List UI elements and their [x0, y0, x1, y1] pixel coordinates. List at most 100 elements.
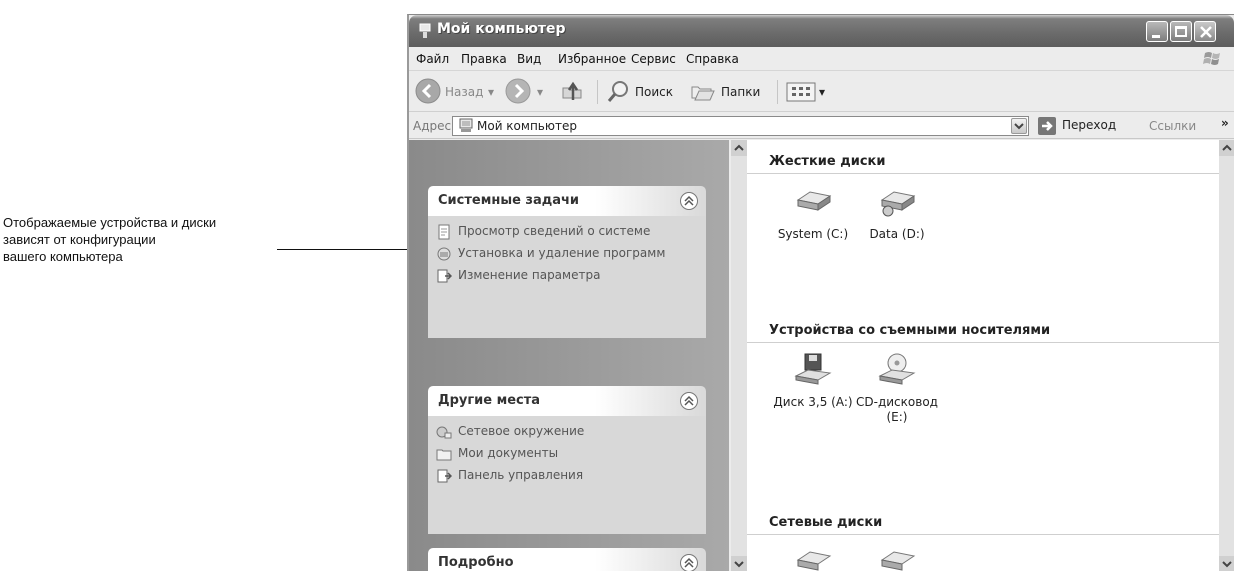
computer-icon — [419, 23, 431, 38]
network-places-icon — [436, 426, 452, 439]
views-button[interactable]: ▾ — [785, 78, 833, 106]
scroll-down-icon[interactable] — [731, 556, 747, 571]
other-places-header[interactable]: Другие места — [428, 386, 706, 416]
computer-icon — [459, 118, 473, 132]
control-panel-icon — [437, 469, 452, 483]
group-divider — [747, 342, 1219, 343]
collapse-icon[interactable] — [680, 392, 698, 410]
address-value: Мой компьютер — [477, 119, 577, 133]
task-view-system-info-label: Просмотр сведений о системе — [458, 224, 651, 238]
links-more-icon[interactable]: » — [1221, 116, 1229, 130]
menu-edit[interactable]: Правка — [461, 52, 507, 66]
toolbar-separator — [597, 80, 598, 104]
drive-data-d-label: Data (D:) — [869, 227, 925, 241]
menu-tools[interactable]: Сервис — [631, 52, 676, 66]
hard-drive-icon — [880, 191, 916, 217]
drive-cd-e-label: CD-дисковод (E:) — [856, 395, 938, 424]
network-drive-2[interactable] — [853, 544, 941, 571]
search-button[interactable]: Поиск — [605, 78, 683, 106]
go-label: Переход — [1062, 118, 1117, 132]
up-folder-button[interactable] — [559, 78, 589, 106]
minimize-button[interactable] — [1146, 21, 1168, 42]
menu-favorites[interactable]: Избранное — [558, 52, 626, 66]
scroll-down-icon[interactable] — [1219, 556, 1234, 571]
system-tasks-header[interactable]: Системные задачи — [428, 186, 706, 216]
views-dropdown-icon[interactable]: ▾ — [819, 85, 825, 99]
group-removable-title: Устройства со съемными носителями — [769, 323, 1051, 338]
drive-cd-e[interactable]: CD-дисковод (E:) — [853, 352, 941, 425]
task-change-setting-label: Изменение параметра — [458, 268, 601, 282]
drive-system-c[interactable]: System (C:) — [769, 184, 857, 242]
scroll-up-icon[interactable] — [731, 140, 747, 156]
drive-floppy-a-label: Диск 3,5 (A:) — [773, 395, 853, 409]
group-hard-disks-title: Жесткие диски — [769, 154, 886, 169]
drive-data-d[interactable]: Data (D:) — [853, 184, 941, 242]
system-info-icon — [438, 224, 450, 240]
content-pane: Жесткие диски System (C:) Data (D:) Устр… — [747, 140, 1219, 571]
task-pane-scrollbar[interactable] — [731, 140, 747, 571]
search-label: Поиск — [635, 85, 674, 99]
details-header[interactable]: Подробно — [428, 548, 706, 571]
group-divider — [747, 173, 1219, 174]
other-places-body: Сетевое окружение Мои документы Панель у… — [428, 416, 706, 534]
add-remove-programs-icon — [437, 247, 451, 261]
maximize-button[interactable] — [1170, 21, 1192, 42]
up-folder-icon — [562, 81, 582, 100]
search-icon — [607, 81, 628, 102]
content-scrollbar[interactable] — [1219, 140, 1234, 571]
other-places-panel: Другие места Сетевое окружение Мои докум… — [428, 386, 706, 534]
task-add-remove-programs[interactable]: Установка и удаление программ — [436, 246, 698, 264]
folders-button[interactable]: Папки — [689, 78, 773, 106]
menu-help[interactable]: Справка — [686, 52, 739, 66]
network-drive-icon — [880, 551, 916, 571]
callout-line-2: зависят от конфигурации — [3, 232, 156, 247]
details-title: Подробно — [438, 555, 514, 570]
forward-button[interactable]: ▾ — [505, 78, 551, 106]
place-control-panel[interactable]: Панель управления — [436, 468, 698, 486]
collapse-icon[interactable] — [680, 192, 698, 210]
collapse-icon[interactable] — [680, 554, 698, 571]
address-dropdown-button[interactable] — [1011, 118, 1027, 134]
windows-logo-icon — [1203, 52, 1220, 65]
drive-floppy-a[interactable]: Диск 3,5 (A:) — [769, 352, 857, 410]
chevron-down-icon — [1014, 123, 1024, 130]
system-tasks-body: Просмотр сведений о системе Установка и … — [428, 216, 706, 338]
back-button[interactable]: Назад ▾ — [415, 78, 499, 106]
place-my-documents[interactable]: Мои документы — [436, 446, 698, 464]
menu-bar: Файл Правка Вид Избранное Сервис Справка — [409, 47, 1234, 71]
callout-annotation: Отображаемые устройства и диски зависят … — [3, 214, 383, 265]
close-button[interactable] — [1194, 21, 1216, 42]
callout-line-1: Отображаемые устройства и диски — [3, 215, 217, 230]
task-view-system-info[interactable]: Просмотр сведений о системе — [436, 224, 698, 242]
window-title: Мой компьютер — [437, 21, 566, 37]
links-label[interactable]: Ссылки — [1149, 119, 1196, 133]
forward-dropdown-icon[interactable]: ▾ — [537, 85, 543, 99]
task-pane: Системные задачи Просмотр сведений о сис… — [409, 140, 729, 571]
explorer-window: Мой компьютер Файл Правка Вид Избранное … — [407, 14, 1234, 571]
place-network-label: Сетевое окружение — [458, 424, 585, 438]
my-documents-icon — [436, 449, 452, 461]
scroll-up-icon[interactable] — [1219, 140, 1234, 156]
title-bar[interactable]: Мой компьютер — [409, 15, 1234, 47]
other-places-title: Другие места — [438, 393, 541, 408]
drive-system-c-label: System (C:) — [777, 227, 849, 241]
address-input[interactable]: Мой компьютер — [452, 116, 1029, 136]
control-panel-icon — [437, 269, 452, 283]
system-tasks-title: Системные задачи — [438, 193, 580, 208]
menu-file[interactable]: Файл — [416, 52, 449, 66]
menu-view[interactable]: Вид — [517, 52, 541, 66]
address-bar: Адрес: Мой компьютер Переход Ссылки » — [409, 113, 1234, 139]
views-icon — [786, 82, 816, 102]
forward-arrow-icon — [505, 78, 531, 104]
group-network-title: Сетевые диски — [769, 515, 883, 530]
task-change-setting[interactable]: Изменение параметра — [436, 268, 698, 286]
place-network[interactable]: Сетевое окружение — [436, 424, 698, 442]
go-arrow-icon — [1038, 117, 1056, 135]
back-dropdown-icon[interactable]: ▾ — [488, 85, 494, 99]
network-drive-1[interactable] — [769, 544, 857, 571]
toolbar: Назад ▾ ▾ Поиск Папки ▾ — [409, 72, 1234, 112]
back-label: Назад — [445, 85, 484, 99]
close-icon — [1200, 26, 1212, 38]
folders-icon — [691, 86, 715, 101]
task-add-remove-programs-label: Установка и удаление программ — [458, 246, 666, 260]
